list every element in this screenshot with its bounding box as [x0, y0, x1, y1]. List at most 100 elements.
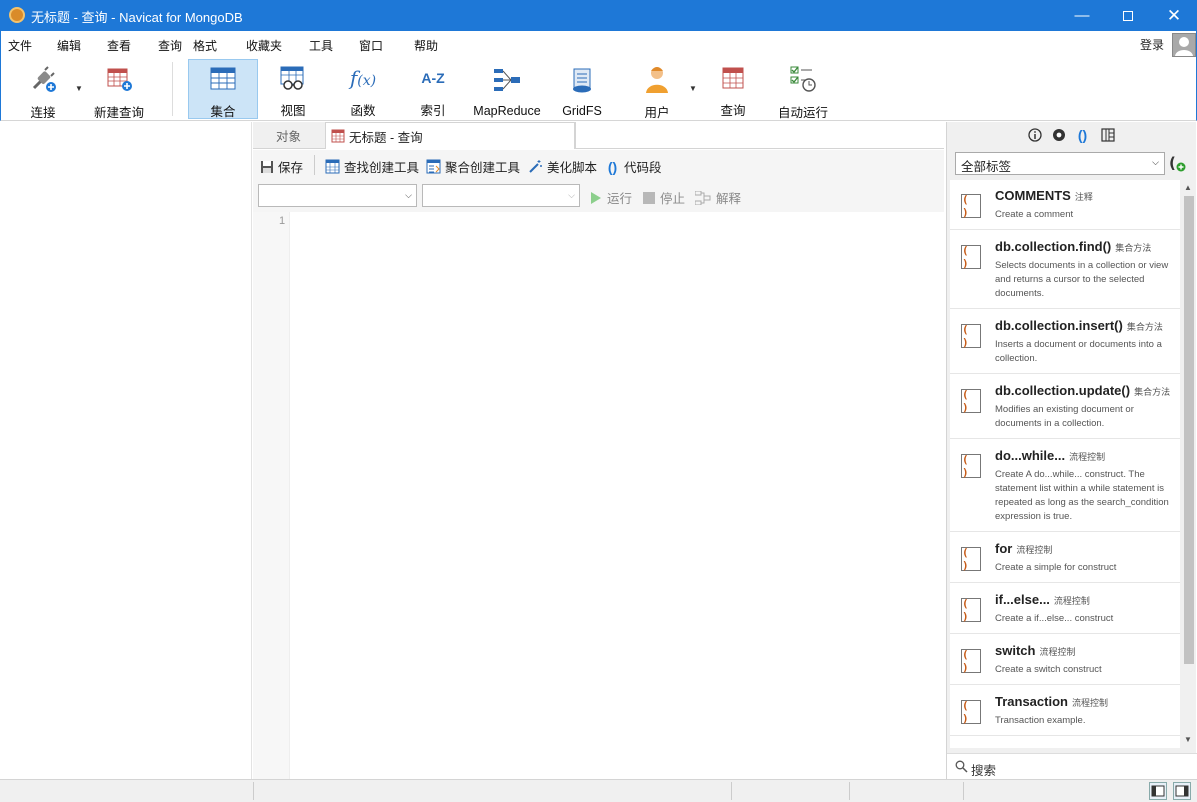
- function-fx-icon: f(x): [349, 66, 377, 90]
- find-builder-icon: [325, 159, 340, 174]
- snippet-name: db.collection.insert() 集合方法: [995, 318, 1163, 333]
- connect-button[interactable]: 连接: [19, 59, 67, 120]
- save-disk-icon: [259, 159, 274, 174]
- connect-dropdown-icon[interactable]: ▼: [75, 84, 83, 93]
- list-item[interactable]: ( ) db.collection.find() 集合方法 Selects doc…: [950, 231, 1180, 309]
- eye-preview-icon[interactable]: [1051, 127, 1066, 142]
- menu-view[interactable]: 查看: [107, 37, 131, 54]
- gridfs-button[interactable]: GridFS: [552, 59, 612, 119]
- snippet-category: 流程控制: [1053, 596, 1090, 606]
- mapreduce-button[interactable]: MapReduce: [469, 59, 545, 119]
- find-builder-button[interactable]: 查找创建工具: [325, 157, 419, 176]
- save-button[interactable]: 保存: [259, 157, 303, 176]
- user-button[interactable]: 用户: [627, 59, 687, 120]
- tab-bar: 对象 无标题 - 查询: [253, 122, 944, 149]
- snippet-panel: () 全部标签 ⌵ ( ( ) COMMENTS 注释 Create a comm…: [946, 122, 1197, 779]
- list-item[interactable]: ( ) db.collection.insert() 集合方法 Inserts a…: [950, 310, 1180, 374]
- auto-run-button[interactable]: 自动运行: [771, 59, 835, 120]
- snippet-name: Transaction 流程控制: [995, 694, 1108, 709]
- menu-window[interactable]: 窗口: [359, 37, 383, 54]
- beautify-script-button[interactable]: 美化脚本: [528, 157, 597, 176]
- info-icon[interactable]: [1027, 127, 1042, 142]
- window-title: 无标题 - 查询 - Navicat for MongoDB: [31, 10, 243, 25]
- list-item[interactable]: ( ) db.collection.update() 集合方法 Modifies …: [950, 375, 1180, 439]
- list-item[interactable]: ( ) do...while... 流程控制 Create A do...whil…: [950, 440, 1180, 532]
- tab-untitled-query-label: 无标题 - 查询: [349, 130, 423, 145]
- snippet-description: Transaction example.: [995, 715, 1086, 726]
- auto-run-label: 自动运行: [777, 106, 828, 120]
- explain-button[interactable]: 解释: [695, 188, 741, 207]
- menu-format[interactable]: 格式: [193, 37, 217, 54]
- snippet-file-icon: ( ): [961, 546, 981, 572]
- maximize-button[interactable]: [1105, 0, 1151, 31]
- stop-button[interactable]: 停止: [643, 188, 685, 207]
- layout-right-panel-icon[interactable]: [1173, 782, 1191, 800]
- chevron-down-icon: ⌵: [1152, 157, 1159, 167]
- tab-objects[interactable]: 对象: [253, 122, 324, 149]
- snippet-description: Create A do...while... construct. The st…: [995, 469, 1169, 522]
- snippet-description: Create a simple for construct: [995, 562, 1117, 573]
- toolbar-separator: [314, 155, 315, 175]
- snippet-category: 集合方法: [1115, 243, 1152, 253]
- add-snippet-icon[interactable]: (: [1169, 154, 1187, 175]
- query-button[interactable]: 查询: [703, 59, 763, 119]
- collection-button[interactable]: 集合: [188, 59, 258, 119]
- index-button[interactable]: A-Z 索引: [401, 59, 465, 119]
- list-item[interactable]: ( ) for 流程控制 Create a simple for construc…: [950, 533, 1180, 583]
- auto-run-icon: [787, 64, 819, 94]
- snippet-category: 注释: [1074, 192, 1093, 202]
- code-snippet-braces-icon[interactable]: (): [1075, 127, 1090, 143]
- menu-query[interactable]: 查询: [158, 37, 182, 54]
- list-item[interactable]: ( ) switch 流程控制 Create a switch construct: [950, 635, 1180, 685]
- database-select[interactable]: ⌵: [422, 184, 580, 207]
- view-button[interactable]: 视图: [259, 59, 327, 119]
- plug-icon: [27, 64, 59, 94]
- code-snippet-braces-icon: (): [607, 158, 618, 175]
- connection-select[interactable]: ⌵: [258, 184, 417, 207]
- view-glasses-icon: [277, 64, 309, 92]
- aggregate-builder-button[interactable]: 聚合创建工具: [426, 157, 520, 176]
- snippet-name: do...while... 流程控制: [995, 448, 1105, 463]
- tag-filter-select[interactable]: 全部标签 ⌵: [955, 152, 1165, 175]
- menu-edit[interactable]: 编辑: [57, 37, 81, 54]
- menu-help[interactable]: 帮助: [414, 37, 438, 54]
- code-editor[interactable]: 1: [253, 212, 944, 779]
- gridfs-icon: [566, 64, 598, 96]
- scroll-up-icon[interactable]: ▲: [1184, 183, 1192, 192]
- connection-navigation-pane[interactable]: [1, 122, 252, 779]
- new-query-button[interactable]: 新建查询: [90, 59, 148, 120]
- menu-favorites[interactable]: 收藏夹: [246, 37, 282, 54]
- collection-table-icon: [207, 65, 239, 93]
- snippet-title: db.collection.find(): [995, 239, 1112, 254]
- list-item[interactable]: ( ) if...else... 流程控制 Create a if...else.…: [950, 584, 1180, 634]
- new-query-label: 新建查询: [93, 106, 144, 120]
- split-view-icon[interactable]: [1100, 127, 1115, 142]
- snippet-search-row[interactable]: 搜索: [947, 753, 1197, 779]
- scrollbar-thumb[interactable]: [1184, 196, 1194, 664]
- scroll-down-icon[interactable]: ▼: [1184, 735, 1192, 744]
- minimize-button[interactable]: —: [1059, 0, 1105, 31]
- tab-untitled-query[interactable]: 无标题 - 查询: [325, 122, 575, 149]
- snippet-list-scrollbar[interactable]: ▲ ▼: [1182, 180, 1196, 748]
- user-dropdown-icon[interactable]: ▼: [689, 84, 697, 93]
- menu-tools[interactable]: 工具: [309, 37, 333, 54]
- run-button[interactable]: 运行: [590, 188, 632, 207]
- close-button[interactable]: ✕: [1151, 0, 1197, 31]
- snippet-search-input[interactable]: 搜索: [971, 760, 996, 779]
- layout-left-panel-icon[interactable]: [1149, 782, 1167, 800]
- list-item[interactable]: ( ) Transaction 流程控制 Transaction example.: [950, 686, 1180, 736]
- explain-label: 解释: [716, 192, 742, 206]
- list-item[interactable]: ( ) COMMENTS 注释 Create a comment: [950, 180, 1180, 230]
- function-button[interactable]: f(x) 函数: [331, 59, 395, 119]
- login-link[interactable]: 登录: [1140, 36, 1164, 53]
- user-avatar[interactable]: [1172, 33, 1196, 57]
- aggregate-builder-label: 聚合创建工具: [445, 161, 521, 175]
- status-bar: [0, 779, 1197, 802]
- panel-icon-bar: (): [947, 122, 1197, 148]
- query-tab-icon: [331, 129, 345, 143]
- main-toolbar: 连接 ▼ 新建查询 集合 视图 f(x) 函数 A-Z 索引 MapReduce…: [0, 58, 1197, 121]
- code-snippet-button[interactable]: () 代码段: [605, 157, 662, 176]
- snippet-file-icon: ( ): [961, 244, 981, 270]
- snippet-category: 流程控制: [1071, 698, 1108, 708]
- menu-file[interactable]: 文件: [8, 37, 32, 54]
